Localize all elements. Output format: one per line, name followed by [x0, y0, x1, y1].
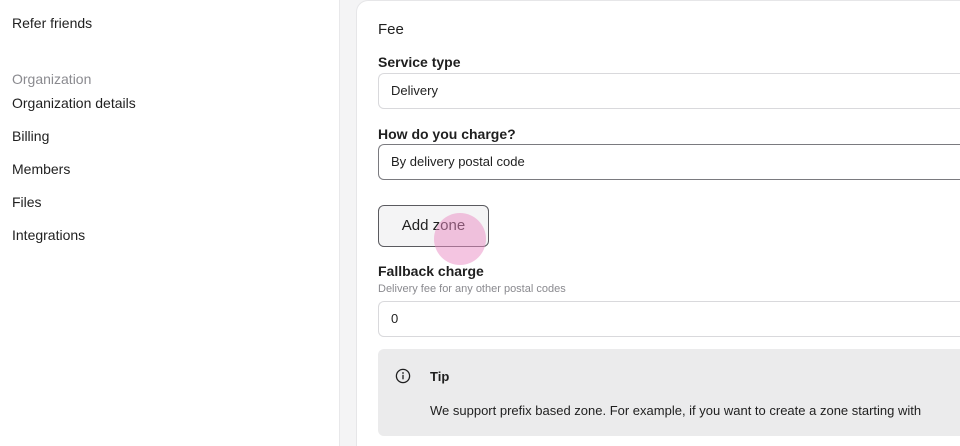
fallback-charge-label: Fallback charge: [378, 263, 484, 279]
tip-title: Tip: [430, 369, 450, 384]
charge-method-select[interactable]: By delivery postal code: [378, 144, 960, 180]
settings-page: Refer friends Organization Organization …: [0, 0, 960, 446]
tip-text: We support prefix based zone. For exampl…: [430, 403, 922, 418]
card-title: Fee: [378, 21, 404, 38]
service-type-select[interactable]: Delivery: [378, 73, 960, 109]
fee-card: Fee Service type Delivery How do you cha…: [356, 0, 960, 446]
sidebar-item-members[interactable]: Members: [12, 160, 70, 178]
tip-box: Tip We support prefix based zone. For ex…: [378, 349, 960, 436]
fallback-charge-help: Delivery fee for any other postal codes: [378, 283, 566, 295]
sidebar-item-files[interactable]: Files: [12, 193, 42, 211]
sidebar-item-refer-friends[interactable]: Refer friends: [12, 14, 92, 32]
service-type-label: Service type: [378, 54, 461, 70]
sidebar-item-billing[interactable]: Billing: [12, 127, 49, 145]
add-zone-button[interactable]: Add zone: [378, 205, 489, 247]
charge-method-label: How do you charge?: [378, 126, 516, 142]
sidebar-section-organization: Organization: [12, 71, 92, 87]
main-content: Fee Service type Delivery How do you cha…: [341, 0, 960, 446]
fallback-charge-input[interactable]: 0: [378, 301, 960, 337]
info-icon: [395, 368, 411, 384]
sidebar-item-organization-details[interactable]: Organization details: [12, 94, 136, 112]
sidebar: Refer friends Organization Organization …: [0, 0, 340, 446]
sidebar-item-integrations[interactable]: Integrations: [12, 226, 85, 244]
